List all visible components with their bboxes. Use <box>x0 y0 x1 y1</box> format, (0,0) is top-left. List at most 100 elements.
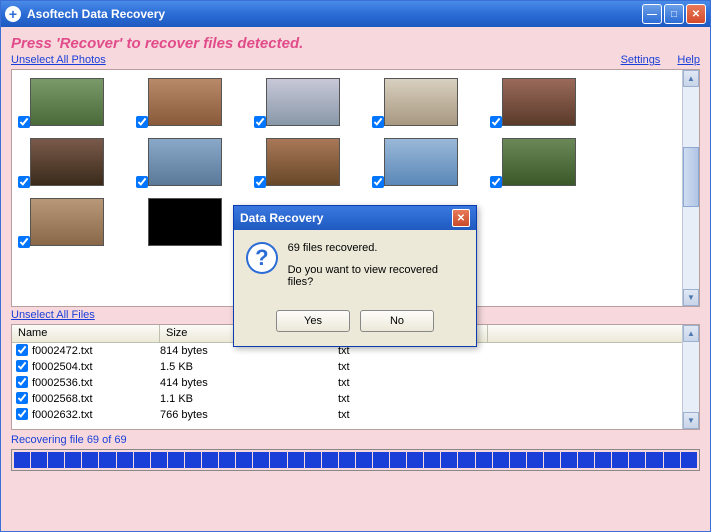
unselect-all-photos-link[interactable]: Unselect All Photos <box>11 54 106 66</box>
progress-block <box>510 452 526 468</box>
scroll-up-icon[interactable]: ▲ <box>683 325 699 342</box>
progress-block <box>458 452 474 468</box>
progress-block <box>561 452 577 468</box>
progress-block <box>14 452 30 468</box>
file-checkbox[interactable] <box>16 344 28 356</box>
progress-block <box>236 452 252 468</box>
photo-checkbox[interactable] <box>372 176 384 188</box>
progress-block <box>664 452 680 468</box>
photo-thumbnail[interactable] <box>254 78 352 126</box>
file-name: f0002472.txt <box>30 345 160 357</box>
help-link[interactable]: Help <box>677 54 700 66</box>
close-button[interactable]: ✕ <box>686 4 706 24</box>
progress-block <box>134 452 150 468</box>
photo-thumbnail[interactable] <box>18 78 116 126</box>
dialog-close-button[interactable]: ✕ <box>452 209 470 227</box>
col-name[interactable]: Name <box>12 325 160 342</box>
progress-block <box>612 452 628 468</box>
photo-thumbnail[interactable] <box>18 138 116 186</box>
progress-block <box>117 452 133 468</box>
file-scrollbar[interactable]: ▲ ▼ <box>682 325 699 429</box>
photo-checkbox[interactable] <box>18 116 30 128</box>
progress-block <box>65 452 81 468</box>
file-row[interactable]: f0002632.txt766 bytestxt <box>12 407 699 423</box>
progress-block <box>168 452 184 468</box>
progress-block <box>476 452 492 468</box>
progress-block <box>151 452 167 468</box>
col-blank <box>488 325 699 342</box>
photo-checkbox[interactable] <box>372 116 384 128</box>
photo-thumbnail[interactable] <box>136 138 234 186</box>
scroll-thumb[interactable] <box>683 147 699 207</box>
dialog-titlebar: Data Recovery ✕ <box>234 206 476 230</box>
photo-checkbox[interactable] <box>18 236 30 248</box>
photo-thumbnail[interactable] <box>372 138 470 186</box>
photo-checkbox[interactable] <box>490 176 502 188</box>
photo-checkbox[interactable] <box>136 176 148 188</box>
progress-block <box>82 452 98 468</box>
file-name: f0002536.txt <box>30 377 160 389</box>
progress-block <box>595 452 611 468</box>
unselect-all-files-link[interactable]: Unselect All Files <box>11 309 95 321</box>
file-row[interactable]: f0002568.txt1.1 KBtxt <box>12 391 699 407</box>
photo-thumbnail[interactable] <box>254 138 352 186</box>
window-title: Asoftech Data Recovery <box>27 7 640 21</box>
photo-thumbnail[interactable] <box>490 78 588 126</box>
progress-block <box>305 452 321 468</box>
photo-scrollbar[interactable]: ▲ ▼ <box>682 70 699 306</box>
progress-block <box>339 452 355 468</box>
file-checkbox[interactable] <box>16 408 28 420</box>
progress-block <box>185 452 201 468</box>
main-window: + Asoftech Data Recovery — □ ✕ Press 'Re… <box>0 0 711 532</box>
file-checkbox[interactable] <box>16 360 28 372</box>
progress-block <box>407 452 423 468</box>
yes-button[interactable]: Yes <box>276 310 350 332</box>
progress-block <box>322 452 338 468</box>
photo-checkbox[interactable] <box>136 116 148 128</box>
photo-thumbnail[interactable] <box>136 78 234 126</box>
scroll-up-icon[interactable]: ▲ <box>683 70 699 87</box>
progress-block <box>48 452 64 468</box>
dialog-line1: 69 files recovered. <box>288 242 464 254</box>
progress-block <box>527 452 543 468</box>
app-icon: + <box>5 6 21 22</box>
photo-checkbox[interactable] <box>490 116 502 128</box>
photo-checkbox[interactable] <box>254 176 266 188</box>
photo-thumbnail[interactable] <box>372 78 470 126</box>
recovery-dialog: Data Recovery ✕ ? 69 files recovered. Do… <box>233 205 477 347</box>
file-ext: txt <box>338 377 488 389</box>
file-checkbox[interactable] <box>16 376 28 388</box>
photo-checkbox[interactable] <box>254 116 266 128</box>
settings-link[interactable]: Settings <box>621 54 661 66</box>
dialog-line2: Do you want to view recovered files? <box>288 264 464 288</box>
file-name: f0002504.txt <box>30 361 160 373</box>
minimize-button[interactable]: — <box>642 4 662 24</box>
progress-block <box>288 452 304 468</box>
progress-block <box>441 452 457 468</box>
progress-block <box>270 452 286 468</box>
progress-bar <box>11 449 700 471</box>
no-button[interactable]: No <box>360 310 434 332</box>
photo-checkbox[interactable] <box>18 176 30 188</box>
titlebar: + Asoftech Data Recovery — □ ✕ <box>1 1 710 27</box>
progress-block <box>629 452 645 468</box>
dialog-title: Data Recovery <box>240 211 452 225</box>
progress-block <box>253 452 269 468</box>
file-row[interactable]: f0002504.txt1.5 KBtxt <box>12 359 699 375</box>
file-size: 1.5 KB <box>160 361 338 373</box>
photo-thumbnail[interactable] <box>136 198 234 246</box>
scroll-down-icon[interactable]: ▼ <box>683 412 699 429</box>
progress-block <box>544 452 560 468</box>
file-name: f0002632.txt <box>30 409 160 421</box>
instruction-text: Press 'Recover' to recover files detecte… <box>11 31 700 54</box>
file-row[interactable]: f0002536.txt414 bytestxt <box>12 375 699 391</box>
photo-thumbnail[interactable] <box>18 198 116 246</box>
file-checkbox[interactable] <box>16 392 28 404</box>
file-ext: txt <box>338 409 488 421</box>
photo-thumbnail[interactable] <box>490 138 588 186</box>
maximize-button[interactable]: □ <box>664 4 684 24</box>
progress-block <box>424 452 440 468</box>
progress-block <box>681 452 697 468</box>
progress-block <box>493 452 509 468</box>
scroll-down-icon[interactable]: ▼ <box>683 289 699 306</box>
